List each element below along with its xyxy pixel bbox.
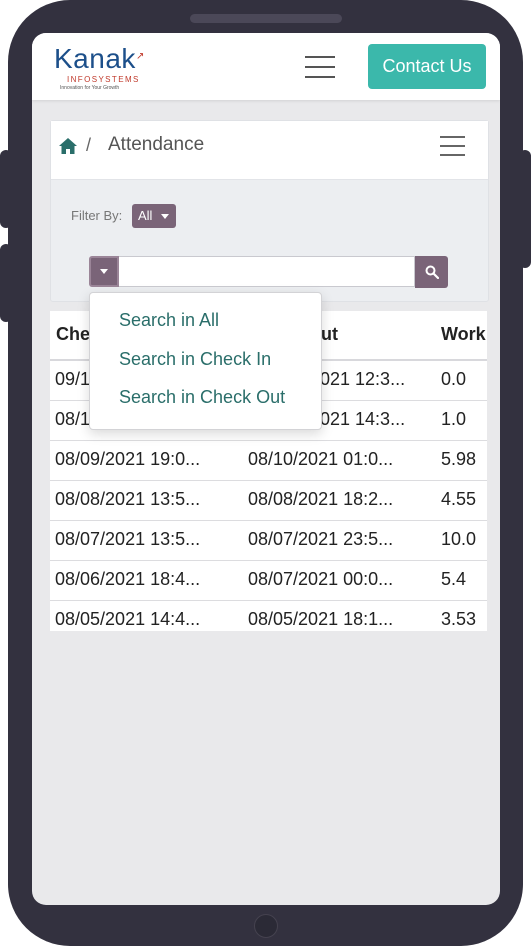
cell-check-out: 08/07/2021 23:5...: [248, 529, 394, 549]
hamburger-icon[interactable]: [305, 56, 335, 78]
phone-speaker: [190, 14, 342, 23]
cell-work: 5.98: [441, 449, 477, 469]
cell-work: 10.0: [441, 529, 477, 549]
hamburger-icon[interactable]: [440, 136, 465, 158]
cell-work: 1.0: [441, 409, 467, 429]
logo-arrow-icon: ↗: [136, 51, 145, 62]
breadcrumb-separator: /: [86, 135, 92, 155]
search-button[interactable]: [415, 256, 448, 288]
filter-selected-value: All: [138, 208, 153, 223]
cell-check-out: 08/10/2021 01:0...: [248, 449, 394, 469]
menu-item-search-check-out[interactable]: Search in Check Out: [119, 387, 285, 408]
filter-select[interactable]: All: [132, 204, 176, 228]
cell-check-in: 08/1: [55, 409, 91, 429]
menu-item-search-all[interactable]: Search in All: [119, 310, 219, 331]
search-icon: [425, 265, 439, 279]
column-header-work[interactable]: Work: [441, 324, 486, 345]
table-row[interactable]: 08/07/2021 13:5... 08/07/2021 23:5... 10…: [50, 521, 487, 561]
breadcrumb: / Attendance: [51, 121, 488, 180]
cell-check-out: 08/05/2021 18:1...: [248, 609, 394, 629]
cell-check-in: 08/08/2021 13:5...: [55, 489, 201, 509]
cell-check-in: 09/1: [55, 369, 91, 389]
phone-screen: Kanak ↗ INFOSYSTEMS Innovation for Your …: [32, 33, 500, 905]
attendance-card: / Attendance Filter By: All: [50, 120, 489, 302]
cell-check-out: 021 14:3...: [320, 409, 406, 429]
cell-work: 3.53: [441, 609, 477, 629]
cell-check-out: 021 12:3...: [320, 369, 406, 389]
caret-down-icon: [161, 214, 169, 219]
brand-name: Kanak: [54, 43, 136, 74]
table-row[interactable]: 08/08/2021 13:5... 08/08/2021 18:2... 4.…: [50, 481, 487, 521]
cell-check-out: 08/07/2021 00:0...: [248, 569, 394, 589]
cell-work: 5.4: [441, 569, 467, 589]
brand-tagline: Innovation for Your Growth: [60, 85, 120, 91]
table-row[interactable]: 08/06/2021 18:4... 08/07/2021 00:0... 5.…: [50, 561, 487, 601]
cell-check-out: 08/08/2021 18:2...: [248, 489, 394, 509]
contact-us-button[interactable]: Contact Us: [368, 44, 486, 89]
home-icon[interactable]: [59, 138, 77, 154]
menu-item-search-check-in[interactable]: Search in Check In: [119, 349, 271, 370]
cell-check-in: 08/09/2021 19:0...: [55, 449, 201, 469]
cell-work: 0.0: [441, 369, 467, 389]
phone-home-button: [254, 914, 278, 938]
top-navbar: Kanak ↗ INFOSYSTEMS Innovation for Your …: [32, 33, 500, 100]
cell-check-in: 08/05/2021 14:4...: [55, 609, 201, 629]
page-title: Attendance: [108, 134, 205, 155]
search-input[interactable]: [119, 256, 415, 287]
cell-check-in: 08/07/2021 13:5...: [55, 529, 201, 549]
cell-work: 4.55: [441, 489, 477, 509]
caret-down-icon: [100, 269, 108, 274]
brand-logo[interactable]: Kanak ↗ INFOSYSTEMS Innovation for Your …: [54, 43, 154, 91]
search-scope-dropdown-button[interactable]: [89, 256, 119, 287]
table-row[interactable]: 08/05/2021 14:4... 08/05/2021 18:1... 3.…: [50, 601, 487, 631]
cell-check-in: 08/06/2021 18:4...: [55, 569, 201, 589]
filter-label: Filter By:: [71, 208, 123, 223]
brand-subtitle: INFOSYSTEMS: [67, 75, 140, 84]
search-scope-menu: Search in All Search in Check In Search …: [89, 292, 322, 430]
table-row[interactable]: 08/09/2021 19:0... 08/10/2021 01:0... 5.…: [50, 441, 487, 481]
